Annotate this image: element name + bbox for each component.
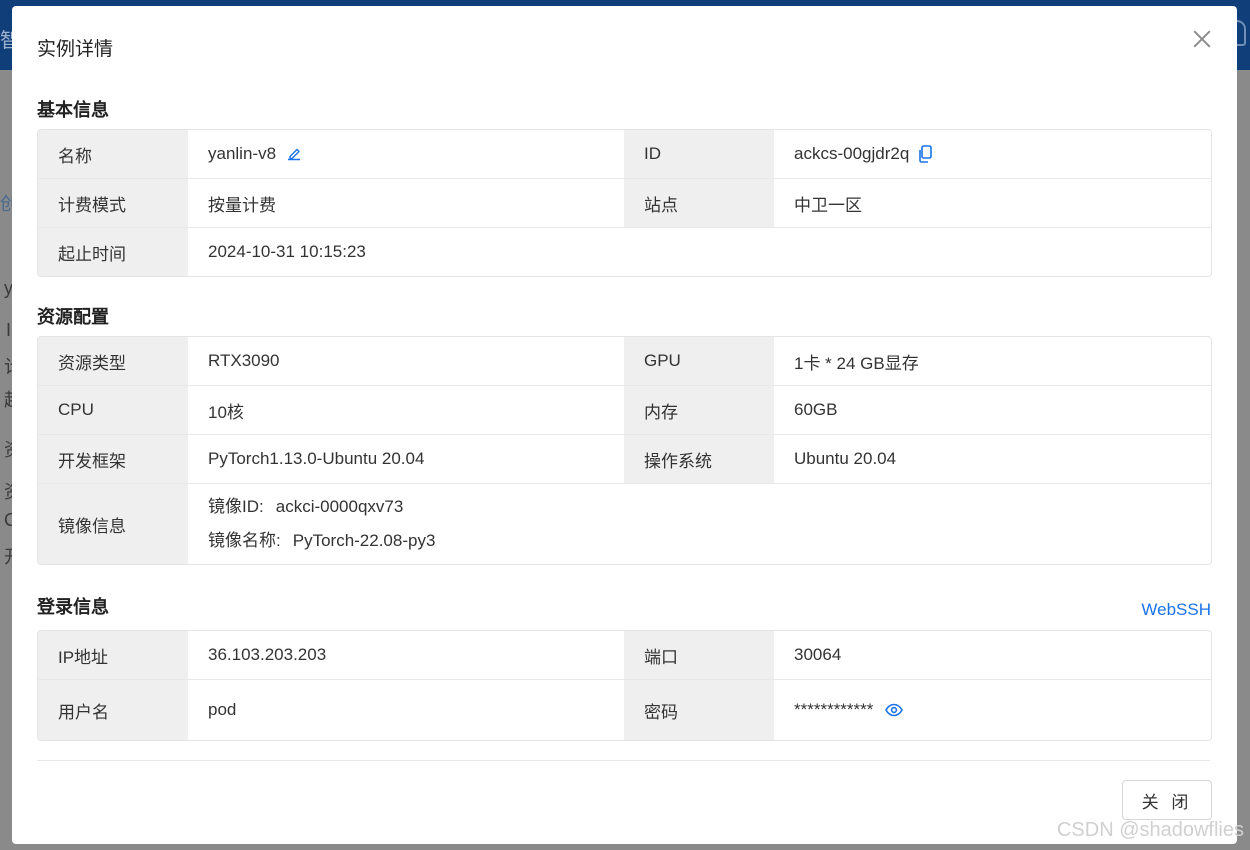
start-time-label: 起止时间: [38, 228, 188, 276]
table-row: 开发框架 PyTorch1.13.0-Ubuntu 20.04 操作系统 Ubu…: [38, 435, 1211, 484]
ip-address-label: IP地址: [38, 631, 188, 679]
ip-address-value: 36.103.203.203: [208, 645, 327, 664]
dialog-title: 实例详情: [37, 39, 114, 60]
eye-icon[interactable]: [885, 703, 904, 717]
username-value: pod: [208, 700, 237, 719]
os-label: 操作系统: [624, 435, 774, 483]
site-label: 站点: [624, 179, 774, 227]
username-label: 用户名: [38, 680, 188, 740]
webssh-link[interactable]: WebSSH: [1141, 600, 1211, 620]
gpu-label: GPU: [624, 337, 774, 385]
memory-value: 60GB: [794, 400, 838, 419]
id-value: ackcs-00gjdr2q: [794, 144, 910, 163]
resources-table: 资源类型 RTX3090 GPU 1卡 * 24 GB显存 CPU 10核 内存…: [37, 336, 1212, 565]
name-value: yanlin-v8: [208, 144, 277, 163]
image-id-label: 镜像ID:: [208, 497, 264, 516]
footer-divider: [37, 760, 1210, 761]
edit-icon[interactable]: [286, 146, 302, 162]
image-name-line: 镜像名称: PyTorch-22.08-py3: [208, 524, 435, 558]
password-label: 密码: [624, 680, 774, 740]
id-value-cell: ackcs-00gjdr2q: [774, 130, 1210, 178]
background-fragment: I: [6, 320, 12, 340]
image-id-value: ackci-0000qxv73: [275, 497, 404, 516]
resources-title: 资源配置: [37, 307, 109, 327]
name-value-cell: yanlin-v8: [188, 130, 624, 178]
password-value-cell: ************: [774, 680, 1210, 740]
copy-icon[interactable]: [917, 145, 933, 163]
close-icon[interactable]: [1191, 28, 1213, 50]
billing-mode-value: 按量计费: [208, 195, 276, 215]
table-row: CPU 10核 内存 60GB: [38, 386, 1211, 435]
login-info-title: 登录信息: [37, 597, 109, 617]
password-value: ************: [794, 700, 874, 719]
framework-value: PyTorch1.13.0-Ubuntu 20.04: [208, 449, 425, 468]
resource-type-value: RTX3090: [208, 351, 280, 370]
image-id-line: 镜像ID: ackci-0000qxv73: [208, 490, 403, 524]
image-info-value: 镜像ID: ackci-0000qxv73 镜像名称: PyTorch-22.08-…: [188, 484, 1211, 564]
table-row: IP地址 36.103.203.203 端口 30064: [38, 631, 1211, 680]
table-row: 镜像信息 镜像ID: ackci-0000qxv73 镜像名称: PyTorch-2…: [38, 484, 1211, 564]
basic-info-title: 基本信息: [37, 100, 109, 120]
billing-mode-label: 计费模式: [38, 179, 188, 227]
table-row: 计费模式 按量计费 站点 中卫一区: [38, 179, 1211, 228]
memory-label: 内存: [624, 386, 774, 434]
port-label: 端口: [624, 631, 774, 679]
image-name-value: PyTorch-22.08-py3: [292, 531, 436, 550]
id-label: ID: [624, 130, 774, 178]
port-value: 30064: [794, 645, 842, 664]
image-info-label: 镜像信息: [38, 484, 188, 564]
start-time-value: 2024-10-31 10:15:23: [208, 242, 366, 261]
site-value: 中卫一区: [794, 195, 862, 215]
watermark: CSDN @shadowflies: [1056, 819, 1244, 841]
cpu-label: CPU: [38, 386, 188, 434]
basic-info-table: 名称 yanlin-v8 ID ackcs-00gjdr2q 计费模式 按量计费…: [37, 129, 1212, 277]
name-label: 名称: [38, 130, 188, 178]
table-row: 资源类型 RTX3090 GPU 1卡 * 24 GB显存: [38, 337, 1211, 386]
gpu-value: 1卡 * 24 GB显存: [794, 353, 919, 373]
resource-type-label: 资源类型: [38, 337, 188, 385]
image-name-label: 镜像名称:: [208, 531, 281, 550]
table-row: 起止时间 2024-10-31 10:15:23: [38, 228, 1211, 276]
table-row: 名称 yanlin-v8 ID ackcs-00gjdr2q: [38, 130, 1211, 179]
table-row: 用户名 pod 密码 ************: [38, 680, 1211, 740]
framework-label: 开发框架: [38, 435, 188, 483]
cpu-value: 10核: [208, 402, 244, 422]
instance-detail-dialog: 实例详情 基本信息 名称 yanlin-v8 ID ackcs-00gjdr2q…: [12, 6, 1237, 844]
close-button[interactable]: 关 闭: [1122, 780, 1212, 820]
os-value: Ubuntu 20.04: [794, 449, 897, 468]
login-info-table: IP地址 36.103.203.203 端口 30064 用户名 pod 密码 …: [37, 630, 1212, 741]
